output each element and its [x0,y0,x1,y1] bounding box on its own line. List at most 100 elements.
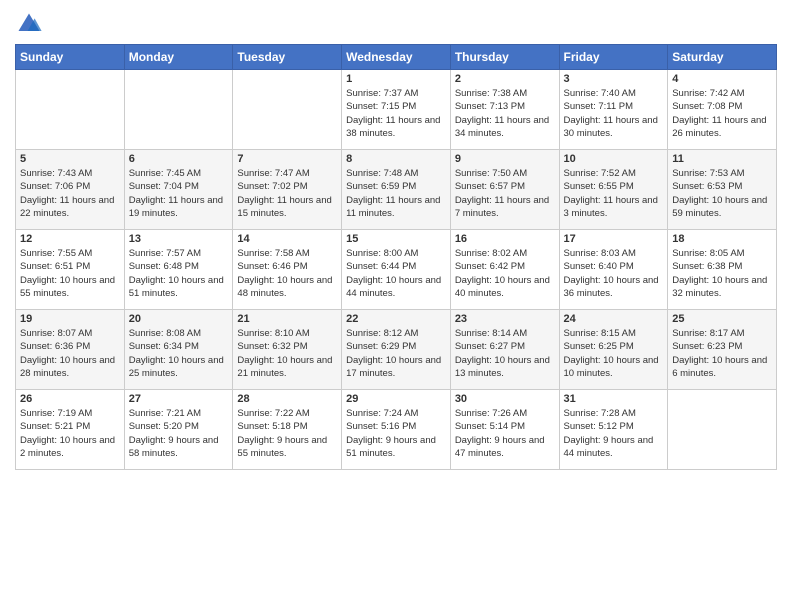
calendar-cell: 3 Sunrise: 7:40 AMSunset: 7:11 PMDaylight… [559,70,668,150]
day-number: 6 [129,153,229,165]
day-info: Sunrise: 7:42 AMSunset: 7:08 PMDaylight:… [672,87,772,140]
calendar-cell: 27 Sunrise: 7:21 AMSunset: 5:20 PMDayligh… [124,390,233,470]
calendar-cell: 29 Sunrise: 7:24 AMSunset: 5:16 PMDayligh… [342,390,451,470]
day-number: 11 [672,153,772,165]
weekday-header-sunday: Sunday [16,45,125,70]
day-info: Sunrise: 8:15 AMSunset: 6:25 PMDaylight:… [564,327,664,380]
day-number: 7 [237,153,337,165]
day-number: 8 [346,153,446,165]
calendar-cell: 18 Sunrise: 8:05 AMSunset: 6:38 PMDayligh… [668,230,777,310]
calendar-cell: 6 Sunrise: 7:45 AMSunset: 7:04 PMDaylight… [124,150,233,230]
calendar-cell: 5 Sunrise: 7:43 AMSunset: 7:06 PMDaylight… [16,150,125,230]
calendar-cell [124,70,233,150]
calendar-cell: 24 Sunrise: 8:15 AMSunset: 6:25 PMDayligh… [559,310,668,390]
calendar-cell: 25 Sunrise: 8:17 AMSunset: 6:23 PMDayligh… [668,310,777,390]
calendar-week-1: 1 Sunrise: 7:37 AMSunset: 7:15 PMDaylight… [16,70,777,150]
day-info: Sunrise: 7:45 AMSunset: 7:04 PMDaylight:… [129,167,229,220]
calendar-week-5: 26Sunrise: 7:19 AMSunset: 5:21 PMDayligh… [16,390,777,470]
day-number: 9 [455,153,555,165]
calendar-cell: 4 Sunrise: 7:42 AMSunset: 7:08 PMDaylight… [668,70,777,150]
calendar-cell: 17 Sunrise: 8:03 AMSunset: 6:40 PMDayligh… [559,230,668,310]
weekday-header-row: SundayMondayTuesdayWednesdayThursdayFrid… [16,45,777,70]
calendar-cell: 16 Sunrise: 8:02 AMSunset: 6:42 PMDayligh… [450,230,559,310]
day-number: 17 [564,233,664,245]
weekday-header-friday: Friday [559,45,668,70]
day-info: Sunrise: 8:00 AMSunset: 6:44 PMDaylight:… [346,247,446,300]
day-info: Sunrise: 8:03 AMSunset: 6:40 PMDaylight:… [564,247,664,300]
day-info: Sunrise: 8:17 AMSunset: 6:23 PMDaylight:… [672,327,772,380]
logo-icon [15,10,43,38]
calendar-cell: 26Sunrise: 7:19 AMSunset: 5:21 PMDayligh… [16,390,125,470]
calendar-cell: 1 Sunrise: 7:37 AMSunset: 7:15 PMDaylight… [342,70,451,150]
logo [15,10,47,38]
day-number: 20 [129,313,229,325]
day-number: 21 [237,313,337,325]
day-info: Sunrise: 7:22 AMSunset: 5:18 PMDaylight:… [237,407,337,460]
calendar-cell: 31Sunrise: 7:28 AMSunset: 5:12 PMDayligh… [559,390,668,470]
day-number: 29 [346,393,446,405]
calendar-week-3: 12Sunrise: 7:55 AMSunset: 6:51 PMDayligh… [16,230,777,310]
day-number: 31 [564,393,664,405]
day-number: 19 [20,313,120,325]
day-info: Sunrise: 8:07 AMSunset: 6:36 PMDaylight:… [20,327,120,380]
day-info: Sunrise: 7:50 AMSunset: 6:57 PMDaylight:… [455,167,555,220]
calendar-cell [668,390,777,470]
calendar-cell [16,70,125,150]
day-info: Sunrise: 7:40 AMSunset: 7:11 PMDaylight:… [564,87,664,140]
header [15,10,777,38]
day-info: Sunrise: 8:02 AMSunset: 6:42 PMDaylight:… [455,247,555,300]
day-info: Sunrise: 7:58 AMSunset: 6:46 PMDaylight:… [237,247,337,300]
day-number: 14 [237,233,337,245]
day-number: 2 [455,73,555,85]
day-info: Sunrise: 7:24 AMSunset: 5:16 PMDaylight:… [346,407,446,460]
weekday-header-wednesday: Wednesday [342,45,451,70]
calendar-table: SundayMondayTuesdayWednesdayThursdayFrid… [15,44,777,470]
calendar-cell: 8Sunrise: 7:48 AMSunset: 6:59 PMDaylight… [342,150,451,230]
day-number: 1 [346,73,446,85]
day-info: Sunrise: 7:19 AMSunset: 5:21 PMDaylight:… [20,407,120,460]
day-number: 3 [564,73,664,85]
calendar-cell: 12Sunrise: 7:55 AMSunset: 6:51 PMDayligh… [16,230,125,310]
day-number: 10 [564,153,664,165]
day-info: Sunrise: 8:12 AMSunset: 6:29 PMDaylight:… [346,327,446,380]
calendar-cell: 19 Sunrise: 8:07 AMSunset: 6:36 PMDayligh… [16,310,125,390]
day-number: 30 [455,393,555,405]
calendar-cell: 15Sunrise: 8:00 AMSunset: 6:44 PMDayligh… [342,230,451,310]
day-info: Sunrise: 7:47 AMSunset: 7:02 PMDaylight:… [237,167,337,220]
day-number: 25 [672,313,772,325]
day-info: Sunrise: 8:05 AMSunset: 6:38 PMDaylight:… [672,247,772,300]
day-info: Sunrise: 7:37 AMSunset: 7:15 PMDaylight:… [346,87,446,140]
day-number: 18 [672,233,772,245]
day-info: Sunrise: 7:57 AMSunset: 6:48 PMDaylight:… [129,247,229,300]
day-info: Sunrise: 7:43 AMSunset: 7:06 PMDaylight:… [20,167,120,220]
calendar-week-2: 5 Sunrise: 7:43 AMSunset: 7:06 PMDaylight… [16,150,777,230]
calendar-week-4: 19 Sunrise: 8:07 AMSunset: 6:36 PMDayligh… [16,310,777,390]
day-info: Sunrise: 7:21 AMSunset: 5:20 PMDaylight:… [129,407,229,460]
calendar-cell: 2 Sunrise: 7:38 AMSunset: 7:13 PMDaylight… [450,70,559,150]
weekday-header-tuesday: Tuesday [233,45,342,70]
calendar-cell: 21 Sunrise: 8:10 AMSunset: 6:32 PMDayligh… [233,310,342,390]
day-number: 4 [672,73,772,85]
page: SundayMondayTuesdayWednesdayThursdayFrid… [0,0,792,612]
day-info: Sunrise: 7:52 AMSunset: 6:55 PMDaylight:… [564,167,664,220]
calendar-cell: 23Sunrise: 8:14 AMSunset: 6:27 PMDayligh… [450,310,559,390]
day-number: 23 [455,313,555,325]
day-number: 24 [564,313,664,325]
day-info: Sunrise: 8:08 AMSunset: 6:34 PMDaylight:… [129,327,229,380]
weekday-header-monday: Monday [124,45,233,70]
day-number: 16 [455,233,555,245]
day-number: 13 [129,233,229,245]
day-number: 22 [346,313,446,325]
calendar-cell: 20 Sunrise: 8:08 AMSunset: 6:34 PMDayligh… [124,310,233,390]
calendar-cell: 14 Sunrise: 7:58 AMSunset: 6:46 PMDayligh… [233,230,342,310]
day-info: Sunrise: 7:53 AMSunset: 6:53 PMDaylight:… [672,167,772,220]
day-number: 27 [129,393,229,405]
day-info: Sunrise: 8:10 AMSunset: 6:32 PMDaylight:… [237,327,337,380]
calendar-cell [233,70,342,150]
calendar-cell: 28Sunrise: 7:22 AMSunset: 5:18 PMDayligh… [233,390,342,470]
calendar-cell: 10 Sunrise: 7:52 AMSunset: 6:55 PMDayligh… [559,150,668,230]
day-number: 5 [20,153,120,165]
calendar-cell: 9 Sunrise: 7:50 AMSunset: 6:57 PMDaylight… [450,150,559,230]
day-info: Sunrise: 7:38 AMSunset: 7:13 PMDaylight:… [455,87,555,140]
calendar-cell: 13 Sunrise: 7:57 AMSunset: 6:48 PMDayligh… [124,230,233,310]
